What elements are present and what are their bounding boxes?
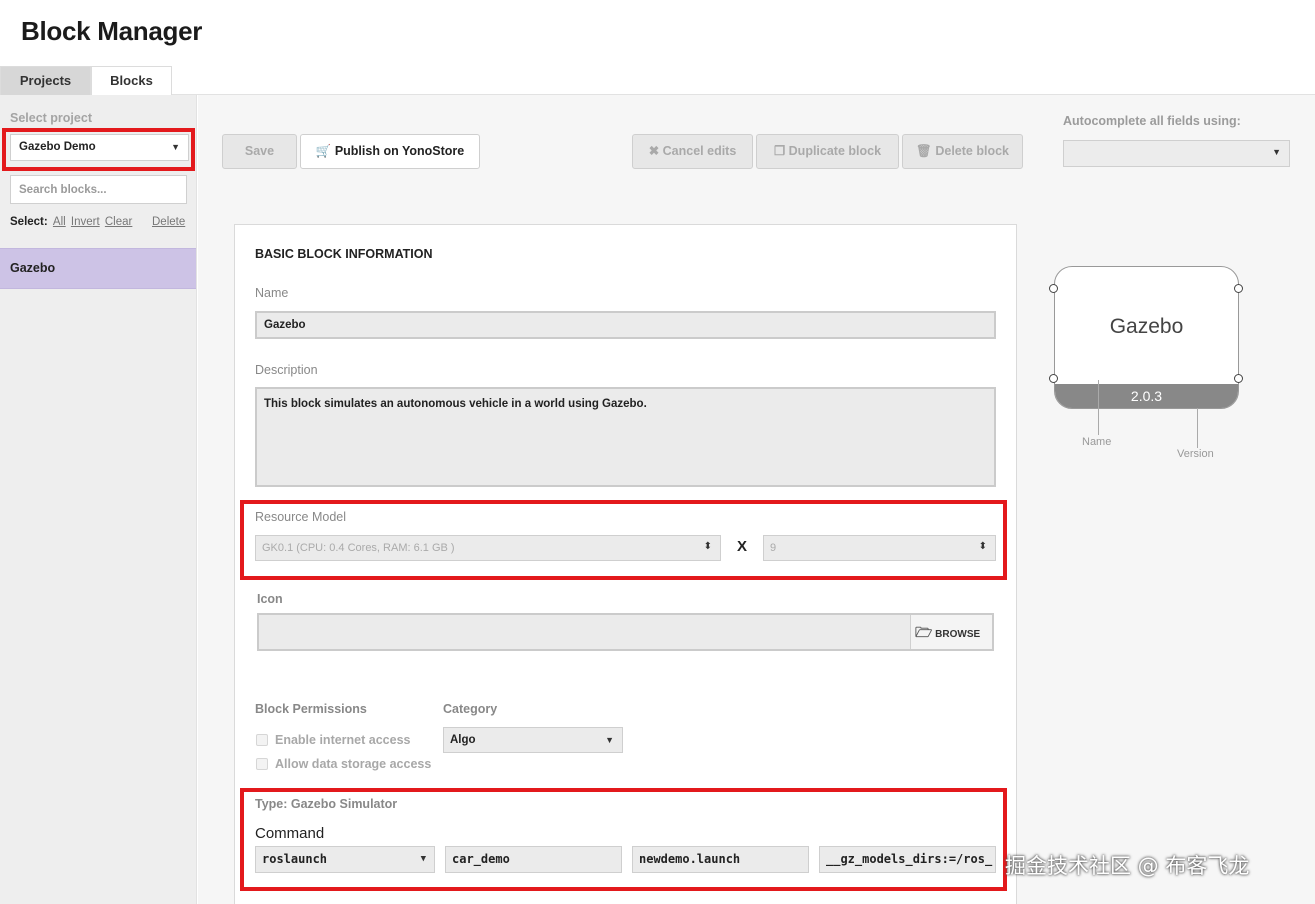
port-icon [1049, 284, 1058, 293]
tab-projects[interactable]: Projects [0, 66, 91, 95]
delete-block-button[interactable]: 🗑 Delete block [902, 134, 1023, 169]
caret-down-icon: ▼ [171, 142, 180, 152]
folder-icon: 🗁 [915, 624, 933, 640]
main-tabs: Projects Blocks [0, 66, 1315, 96]
sort-arrows-icon: ⬍ [703, 541, 712, 552]
search-blocks-input[interactable] [10, 175, 187, 204]
port-icon [1234, 284, 1243, 293]
block-list-item[interactable]: Gazebo [0, 248, 196, 289]
resource-model-select[interactable]: GK0.1 (CPU: 0.4 Cores, RAM: 6.1 GB ) ⬍ [255, 535, 721, 561]
command-args-field[interactable]: __gz_models_dirs:=/ros_ [819, 846, 996, 873]
app-title: Block Manager [21, 16, 203, 46]
data-storage-checkbox[interactable] [256, 758, 268, 770]
description-label: Description [255, 363, 318, 377]
command-package-field[interactable]: car_demo [445, 846, 622, 873]
delete-link[interactable]: Delete [152, 216, 185, 228]
cart-icon: 🛒 [315, 144, 332, 158]
project-select-value: Gazebo Demo [19, 141, 96, 153]
command-label: Command [255, 825, 325, 842]
version-leader-line [1197, 408, 1198, 448]
icon-field[interactable] [257, 613, 994, 651]
block-preview-name: Gazebo [1109, 315, 1184, 338]
block-preview: Gazebo 2.0.3 [1054, 266, 1239, 409]
tab-blocks[interactable]: Blocks [91, 66, 172, 96]
icon-label: Icon [257, 592, 283, 606]
name-label: Name [255, 286, 289, 300]
block-permissions-label: Block Permissions [255, 702, 367, 716]
name-caption: Name [1082, 436, 1112, 448]
cancel-edits-label: Cancel edits [662, 144, 737, 158]
duplicate-block-button[interactable]: ❐ Duplicate block [756, 134, 899, 169]
sort-arrows-icon: ⬍ [978, 541, 987, 552]
name-field[interactable]: Gazebo [255, 311, 996, 339]
select-invert-link[interactable]: Invert [71, 216, 100, 228]
resource-model-label: Resource Model [255, 510, 347, 524]
caret-down-icon: ▼ [605, 735, 614, 745]
internet-access-checkbox[interactable] [256, 734, 268, 746]
delete-block-label: Delete block [935, 144, 1009, 158]
browse-label: BROWSE [935, 629, 981, 640]
copy-icon: ❐ [773, 144, 786, 158]
autocomplete-select[interactable]: ▼ [1063, 140, 1290, 167]
command-launch-file-field[interactable]: newdemo.launch [632, 846, 809, 873]
block-preview-version: 2.0.3 [1055, 384, 1238, 408]
duplicate-block-label: Duplicate block [788, 144, 882, 158]
sidebar: Select project Gazebo Demo ▼ Select: All… [0, 95, 197, 904]
section-title: BASIC BLOCK INFORMATION [255, 247, 433, 261]
data-storage-label: Allow data storage access [275, 757, 432, 771]
autocomplete-label: Autocomplete all fields using: [1063, 114, 1241, 128]
instance-count-value: 9 [770, 542, 777, 554]
select-project-label: Select project [10, 111, 92, 125]
port-icon [1049, 374, 1058, 383]
category-value: Algo [450, 734, 476, 746]
caret-down-icon: ▼ [420, 854, 426, 864]
resource-model-value: GK0.1 (CPU: 0.4 Cores, RAM: 6.1 GB ) [262, 542, 455, 554]
type-label: Type: Gazebo Simulator [255, 797, 398, 811]
version-caption: Version [1177, 448, 1214, 460]
watermark: 掘金技术社区 @ 布客飞龙 [1005, 854, 1250, 878]
caret-down-icon: ▼ [1272, 147, 1281, 157]
publish-button[interactable]: 🛒 Publish on YonoStore [300, 134, 480, 169]
description-field[interactable]: This block simulates an autonomous vehic… [255, 387, 996, 487]
name-leader-line [1098, 380, 1099, 435]
port-icon [1234, 374, 1243, 383]
command-executable-value: roslaunch [262, 852, 328, 866]
project-select[interactable]: Gazebo Demo ▼ [10, 134, 189, 161]
select-label: Select: [10, 216, 48, 228]
close-icon: ✖ [648, 144, 660, 158]
category-label: Category [443, 702, 498, 716]
internet-access-label: Enable internet access [275, 733, 411, 747]
instance-count-select[interactable]: 9 ⬍ [763, 535, 996, 561]
command-executable-select[interactable]: roslaunch ▼ [255, 846, 435, 873]
multiplier-symbol: X [737, 538, 748, 555]
browse-button[interactable]: 🗁 BROWSE [910, 615, 992, 649]
trash-icon: 🗑 [916, 144, 932, 158]
cancel-edits-button[interactable]: ✖ Cancel edits [632, 134, 753, 169]
select-clear-link[interactable]: Clear [105, 216, 132, 228]
save-button[interactable]: Save [222, 134, 297, 169]
select-all-link[interactable]: All [53, 216, 66, 228]
publish-label: Publish on YonoStore [334, 144, 465, 158]
category-select[interactable]: Algo ▼ [443, 727, 623, 753]
selection-controls: Select: All Invert Clear Delete [10, 216, 190, 228]
